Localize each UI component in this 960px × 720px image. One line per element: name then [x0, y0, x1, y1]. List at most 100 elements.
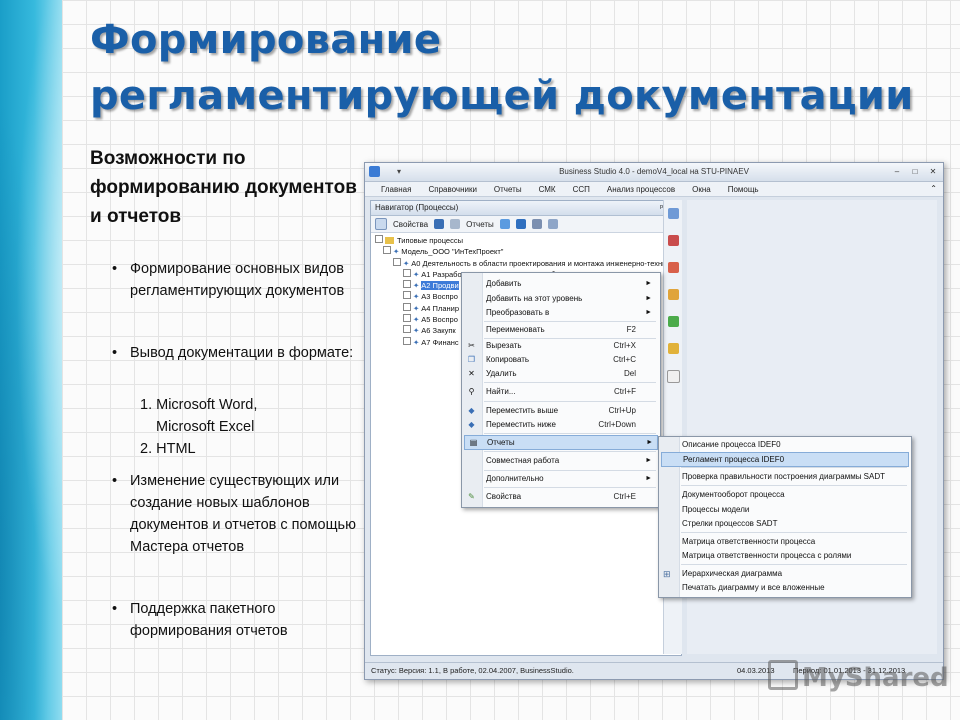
submenu-arrow-icon: ► [645, 457, 652, 464]
navigator-title: Навигатор (Процессы) [375, 203, 459, 212]
menu-separator [681, 564, 907, 565]
menu-item-collaboration[interactable]: Совместная работа ► [482, 454, 656, 467]
submenu-item[interactable]: Матрица ответственности процесса [679, 535, 907, 548]
settings-icon[interactable] [667, 289, 679, 300]
menu-ssp[interactable]: ССП [573, 185, 590, 194]
expand-icon[interactable] [403, 302, 411, 311]
maximize-icon[interactable]: □ [909, 166, 921, 177]
view-icon[interactable] [434, 219, 445, 229]
expand-icon[interactable] [403, 325, 411, 334]
menu-shortcut: Ctrl+Up [608, 406, 636, 415]
expand-icon[interactable] [383, 246, 391, 255]
submenu-item[interactable]: Описание процесса IDEF0 [679, 438, 907, 451]
reports-button[interactable]: Отчеты [466, 220, 494, 229]
menu-main[interactable]: Главная [381, 185, 411, 194]
menu-smk[interactable]: СМК [539, 185, 556, 194]
menu-item-find[interactable]: ⚲ Найти... Ctrl+F [469, 385, 656, 398]
menu-item-additional[interactable]: Дополнительно ► [482, 472, 656, 485]
submenu-item-label: Иерархическая диаграмма [682, 569, 783, 578]
menu-item-label: Найти... [486, 387, 516, 396]
menu-shortcut: F2 [626, 325, 636, 334]
filter-icon[interactable] [531, 219, 542, 229]
ribbon-toggle-icon[interactable]: ⌃ [930, 184, 937, 193]
tree-node-label: А2 Продви [421, 281, 459, 291]
properties-button[interactable]: Свойства [393, 220, 428, 229]
chart-icon[interactable] [667, 235, 679, 246]
expand-icon[interactable] [403, 336, 411, 345]
menu-separator [484, 487, 656, 488]
expand-icon[interactable] [393, 257, 401, 266]
title-line-1: Формирование [90, 17, 442, 63]
sort-icon[interactable] [515, 219, 526, 229]
process-icon: ✦ [393, 247, 400, 257]
menu-reports[interactable]: Отчеты [494, 185, 522, 194]
close-icon[interactable]: ✕ [927, 166, 939, 177]
users-icon[interactable] [667, 343, 679, 354]
submenu-arrow-icon: ► [645, 280, 652, 287]
band-swoosh [0, 0, 62, 720]
menu-item-add-level[interactable]: Добавить на этот уровень ► [482, 292, 656, 305]
menu-item-reports[interactable]: ▤ Отчеты ► [464, 435, 658, 450]
menu-separator [484, 382, 656, 383]
menu-item-move-down[interactable]: ◆ Переместить ниже Ctrl+Down [468, 418, 656, 431]
process-icon: ✦ [413, 315, 420, 325]
hierarchy-icon: ⊞ [663, 569, 671, 579]
bullet-item: Изменение существующих или создание новы… [110, 470, 360, 558]
expand-icon[interactable] [403, 314, 411, 323]
submenu-item[interactable]: Стрелки процессов SADT [679, 517, 907, 530]
menu-item-label: Удалить [486, 369, 517, 378]
submenu-item[interactable]: Документооборот процесса [679, 488, 907, 501]
expand-icon[interactable] [403, 280, 411, 289]
expand-icon[interactable] [403, 291, 411, 300]
submenu-item[interactable]: Процессы модели [679, 503, 907, 516]
menu-separator [484, 451, 656, 452]
submenu-item-hierarchy[interactable]: ⊞ Иерархическая диаграмма [663, 567, 907, 580]
submenu-arrow-icon: ► [645, 475, 652, 482]
menu-item-rename[interactable]: Переименовать F2 [482, 323, 656, 336]
scissors-icon: ✂ [468, 341, 475, 350]
process-icon: ✦ [413, 337, 420, 347]
folder-icon [385, 237, 394, 244]
menu-item-move-up[interactable]: ◆ Переместить выше Ctrl+Up [468, 404, 656, 417]
context-menu: Добавить ► Добавить на этот уровень ► Прео… [461, 272, 661, 508]
menu-shortcut: Del [623, 369, 636, 378]
minimize-icon[interactable]: – [891, 166, 903, 177]
menu-process-analysis[interactable]: Анализ процессов [607, 185, 675, 194]
menu-shortcut: Ctrl+X [613, 341, 636, 350]
menu-item-delete[interactable]: ✕ Удалить Del [468, 367, 656, 380]
slide-subtitle: Возможности по формированию документов и… [90, 148, 357, 227]
document-icon[interactable] [667, 208, 679, 219]
shapes-icon[interactable] [667, 262, 679, 273]
title-bar: ▾ Business Studio 4.0 - demoV4_local на … [365, 163, 943, 182]
reports-icon: ▤ [469, 438, 478, 447]
menu-shortcut: Ctrl+Down [598, 420, 636, 429]
menu-item-cut[interactable]: ✂ Вырезать Ctrl+X [468, 339, 656, 352]
book-icon[interactable] [667, 316, 679, 327]
delete-icon: ✕ [468, 369, 475, 378]
refresh-icon[interactable] [499, 219, 510, 229]
menu-item-label: Переместить выше [486, 406, 559, 415]
slide-title: Формирование регламентирующей документац… [90, 12, 914, 124]
submenu-item[interactable]: Проверка правильности построения диаграм… [679, 470, 907, 483]
menu-windows[interactable]: Окна [692, 185, 711, 194]
submenu-item[interactable]: Матрица ответственности процесса с ролям… [679, 549, 907, 562]
page-icon[interactable] [666, 370, 680, 383]
tree-node[interactable]: ✦ А0 Деятельность в области проектировани… [375, 257, 666, 269]
format-item: 2. HTML [140, 441, 196, 457]
tree-node-label: Типовые процессы [397, 236, 463, 245]
menu-references[interactable]: Справочники [428, 185, 476, 194]
menu-item-copy[interactable]: ❐ Копировать Ctrl+C [468, 353, 656, 366]
menu-help[interactable]: Помощь [728, 185, 759, 194]
submenu-item-selected[interactable]: Регламент процесса IDEF0 [661, 452, 909, 467]
tree-node[interactable]: Типовые процессы [375, 235, 665, 246]
submenu-item[interactable]: Печатать диаграмму и все вложенные [679, 581, 907, 594]
expand-icon[interactable] [375, 235, 383, 243]
menu-item-convert[interactable]: Преобразовать в ► [482, 306, 656, 319]
link-icon[interactable] [547, 219, 558, 229]
menu-item-properties[interactable]: ✎ Свойства Ctrl+E [468, 490, 656, 503]
expand-icon[interactable] [403, 268, 411, 277]
tree-node[interactable]: ✦ Модель_ООО "ИнТехПроект" [375, 246, 665, 257]
navigator-toolbar: Свойства Отчеты [371, 216, 681, 233]
menu-item-add[interactable]: Добавить ► [482, 277, 656, 290]
tree-node-label: А4 Планир [421, 303, 459, 313]
